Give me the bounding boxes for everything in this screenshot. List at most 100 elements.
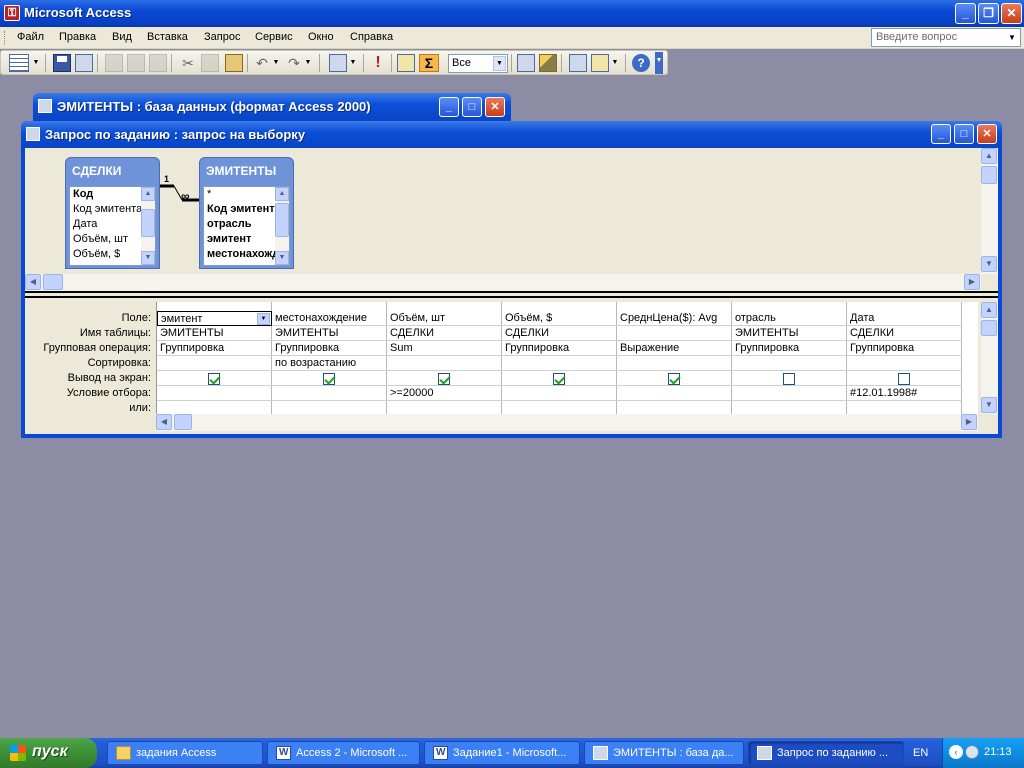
scroll-thumb[interactable] [43, 274, 63, 290]
copy-icon[interactable] [201, 54, 219, 72]
or-cell[interactable] [732, 401, 847, 414]
help-icon[interactable]: ? [632, 54, 650, 72]
task-button-active[interactable]: Запрос по заданию ... [748, 741, 904, 765]
sort-cell[interactable] [502, 356, 617, 371]
field-cell[interactable]: Объём, $ [502, 311, 617, 326]
cut-icon[interactable]: ✂ [179, 54, 197, 72]
start-button[interactable]: пуск [0, 738, 97, 768]
query-window-titlebar[interactable]: Запрос по заданию : запрос на выборку _ … [21, 121, 1002, 148]
criteria-cell[interactable] [732, 386, 847, 401]
total-cell[interactable]: Группировка [157, 341, 272, 356]
show-checkbox[interactable] [668, 373, 680, 385]
field-list-body[interactable]: * Код эмитента отрасль эмитент местонахо… [203, 186, 290, 266]
chevron-down-icon[interactable]: ▼ [257, 313, 270, 325]
sort-cell[interactable]: по возрастанию [272, 356, 387, 371]
criteria-cell[interactable]: #12.01.1998# [847, 386, 962, 401]
scroll-up-icon[interactable]: ▲ [981, 302, 997, 318]
new-object-dropdown-icon[interactable]: ▼ [611, 54, 619, 72]
criteria-cell[interactable] [502, 386, 617, 401]
show-checkbox-cell[interactable] [387, 371, 502, 386]
pane-splitter[interactable] [25, 291, 998, 298]
table-cell[interactable] [617, 326, 732, 341]
or-cell[interactable] [502, 401, 617, 414]
field-cell[interactable]: отрасль [732, 311, 847, 326]
field-cell[interactable]: эмитент ▼ [157, 311, 272, 326]
query-minimize-button[interactable]: _ [931, 124, 951, 144]
save-icon[interactable] [53, 54, 71, 72]
minimize-button[interactable]: _ [955, 3, 976, 24]
file-search-icon[interactable] [75, 54, 93, 72]
criteria-cell[interactable] [157, 386, 272, 401]
show-checkbox[interactable] [783, 373, 795, 385]
chevron-down-icon[interactable]: ▼ [1005, 30, 1019, 45]
total-cell[interactable]: Группировка [847, 341, 962, 356]
criteria-cell[interactable]: >=20000 [387, 386, 502, 401]
scroll-down-icon[interactable]: ▼ [981, 256, 997, 272]
field-list-sdelki[interactable]: СДЕЛКИ Код Код эмитента Дата Объём, шт О… [65, 157, 160, 269]
field-item[interactable]: эмитент [204, 232, 276, 247]
criteria-cell[interactable] [617, 386, 732, 401]
or-cell[interactable] [272, 401, 387, 414]
table-cell[interactable]: СДЕЛКИ [502, 326, 617, 341]
menu-query[interactable]: Запрос [204, 31, 240, 43]
field-item[interactable]: Объём, $ [70, 247, 142, 262]
menu-tools[interactable]: Сервис [255, 31, 293, 43]
undo-dropdown-icon[interactable]: ▼ [272, 54, 280, 72]
close-button[interactable]: ✕ [1001, 3, 1022, 24]
scroll-thumb[interactable] [174, 414, 192, 430]
table-cell[interactable]: СДЕЛКИ [847, 326, 962, 341]
clock[interactable]: 21:13 [984, 746, 1012, 758]
query-maximize-button[interactable]: □ [954, 124, 974, 144]
help-question-input[interactable]: Введите вопрос ▼ [871, 28, 1021, 47]
scroll-thumb[interactable] [141, 209, 155, 237]
field-item[interactable]: местонахождение [204, 247, 276, 262]
totals-sigma-icon[interactable]: Σ [419, 54, 439, 72]
scroll-down-icon[interactable]: ▼ [275, 251, 289, 265]
field-list-body[interactable]: Код Код эмитента Дата Объём, шт Объём, $… [69, 186, 156, 266]
field-item[interactable]: Код эмитента [70, 202, 142, 217]
field-list-emitenty[interactable]: ЭМИТЕНТЫ * Код эмитента отрасль эмитент … [199, 157, 294, 269]
table-cell[interactable]: ЭМИТЕНТЫ [732, 326, 847, 341]
table-pane-vscroll[interactable]: ▲ ▼ [981, 148, 998, 274]
table-pane-hscroll[interactable]: ◀ ▶ [25, 274, 981, 291]
database-window[interactable]: ЭМИТЕНТЫ : база данных (формат Access 20… [33, 93, 511, 121]
or-cell[interactable] [617, 401, 732, 414]
total-cell[interactable]: Группировка [732, 341, 847, 356]
restore-button[interactable]: ❐ [978, 3, 999, 24]
db-minimize-button[interactable]: _ [439, 97, 459, 117]
run-icon[interactable]: ! [369, 54, 387, 72]
field-cell[interactable]: СреднЦена($): Avg [617, 311, 732, 326]
field-cell[interactable]: Объём, шт [387, 311, 502, 326]
criteria-cell[interactable] [272, 386, 387, 401]
field-item[interactable]: Код [70, 187, 142, 202]
database-window-icon[interactable] [569, 54, 587, 72]
properties-icon[interactable] [517, 54, 535, 72]
redo-dropdown-icon[interactable]: ▼ [304, 54, 312, 72]
menu-view[interactable]: Вид [112, 31, 132, 43]
tray-chevron-icon[interactable]: ‹ [949, 745, 963, 759]
build-icon[interactable] [539, 54, 557, 72]
show-table-icon[interactable] [397, 54, 415, 72]
task-button[interactable]: задания Access [107, 741, 263, 765]
total-cell[interactable]: Выражение [617, 341, 732, 356]
new-object-icon[interactable] [591, 54, 609, 72]
access-key-icon[interactable]: ⚿ [4, 5, 20, 21]
table-cell[interactable]: СДЕЛКИ [387, 326, 502, 341]
show-checkbox[interactable] [208, 373, 220, 385]
show-checkbox[interactable] [898, 373, 910, 385]
db-close-button[interactable]: ✕ [485, 97, 505, 117]
print-preview-icon[interactable] [127, 54, 145, 72]
scroll-up-icon[interactable]: ▲ [981, 148, 997, 164]
toolbar-options-icon[interactable]: ▼ [655, 52, 663, 74]
field-item[interactable]: * [204, 187, 276, 202]
menu-insert[interactable]: Вставка [147, 31, 188, 43]
sort-cell[interactable] [387, 356, 502, 371]
scroll-up-icon[interactable]: ▲ [275, 187, 289, 201]
task-button[interactable]: Задание1 - Microsoft... [424, 741, 580, 765]
menu-edit[interactable]: Правка [59, 31, 96, 43]
sort-cell[interactable] [157, 356, 272, 371]
or-cell[interactable] [847, 401, 962, 414]
sort-cell[interactable] [847, 356, 962, 371]
menu-grip[interactable] [4, 31, 7, 45]
table-pane[interactable]: СДЕЛКИ Код Код эмитента Дата Объём, шт О… [25, 148, 998, 291]
